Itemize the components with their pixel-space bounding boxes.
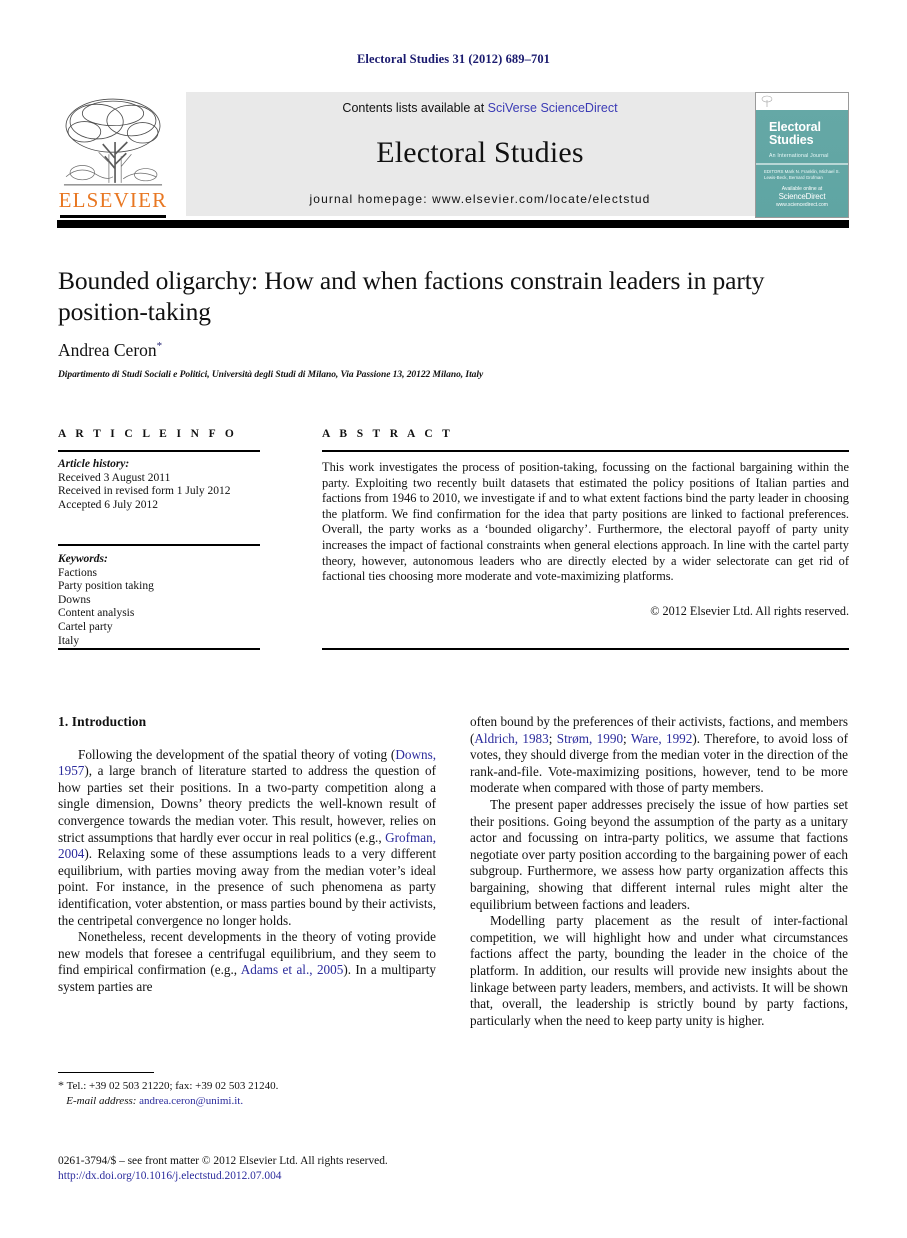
journal-homepage-link[interactable]: journal homepage: www.elsevier.com/locat… — [310, 192, 651, 206]
keyword-item: Cartel party — [58, 620, 113, 633]
body-column-left: 1. Introduction Following the developmen… — [58, 714, 436, 996]
citation-link[interactable]: Downs, 1957 — [58, 747, 436, 779]
page-title: Bounded oligarchy: How and when factions… — [58, 266, 765, 326]
cover-title-line2: Studies — [769, 133, 814, 147]
header-divider — [57, 220, 849, 228]
paragraph: The present paper addresses precisely th… — [470, 796, 848, 912]
footnote-block: * Tel.: +39 02 503 21220; fax: +39 02 50… — [58, 1078, 436, 1108]
abstract-bottom-rule — [322, 648, 849, 650]
article-info-mid-rule — [58, 544, 260, 546]
elsevier-tree-icon — [63, 98, 163, 186]
author-name: Andrea Ceron* — [58, 340, 162, 361]
email-link[interactable]: andrea.ceron@unimi.it. — [139, 1095, 243, 1107]
article-info-heading: A R T I C L E I N F O — [58, 428, 238, 440]
journal-banner: Contents lists available at SciVerse Sci… — [186, 92, 774, 216]
cover-footer-brand: ScienceDirect — [778, 192, 826, 201]
abstract-top-rule — [322, 450, 849, 452]
imprint-line: 0261-3794/$ – see front matter © 2012 El… — [58, 1155, 388, 1167]
journal-cover-thumbnail: Electoral Studies An International Journ… — [755, 92, 849, 218]
paragraph: Following the development of the spatial… — [58, 746, 436, 928]
keyword-item: Downs — [58, 593, 91, 606]
footnote-contact: Tel.: +39 02 503 21220; fax: +39 02 503 … — [66, 1080, 279, 1092]
author-footnote-marker: * — [156, 340, 163, 353]
contents-prefix: Contents lists available at — [342, 101, 488, 115]
keyword-item: Factions — [58, 566, 97, 579]
running-head: Electoral Studies 31 (2012) 689–701 — [356, 52, 551, 66]
paragraph: Nonetheless, recent developments in the … — [58, 929, 437, 994]
keywords-label: Keywords: — [58, 553, 108, 565]
journal-title: Electoral Studies — [376, 135, 584, 169]
elsevier-logo: ELSEVIER — [57, 92, 169, 218]
paragraph: often bound by the preferences of their … — [470, 714, 848, 796]
affiliation: Dipartimento di Studi Sociali e Politici… — [58, 370, 484, 380]
paragraph: Modelling party placement as the result … — [470, 913, 848, 1028]
keyword-item: Party position taking — [58, 580, 154, 593]
history-item: Accepted 6 July 2012 — [58, 498, 158, 511]
abstract-text: This work investigates the process of po… — [322, 460, 849, 584]
paper-page: Electoral Studies 31 (2012) 689–701 ELSE… — [0, 0, 907, 1238]
article-info-bottom-rule — [58, 648, 260, 650]
history-item: Received 3 August 2011 — [58, 471, 171, 484]
email-label: E-mail address: — [66, 1094, 137, 1107]
article-history-block: Article history: Received 3 August 2011 … — [58, 458, 268, 512]
keyword-item: Content analysis — [58, 607, 135, 620]
footnote-marker: * — [58, 1078, 64, 1092]
contents-available-line: Contents lists available at SciVerse Sci… — [342, 101, 617, 115]
doi-link[interactable]: http://dx.doi.org/10.1016/j.electstud.20… — [58, 1169, 558, 1184]
journal-header: ELSEVIER Contents lists available at Sci… — [57, 92, 849, 218]
body-column-right: often bound by the preferences of their … — [470, 714, 848, 1029]
history-item: Received in revised form 1 July 2012 — [58, 485, 231, 498]
keyword-item: Italy — [58, 634, 80, 647]
section-heading-introduction: 1. Introduction — [58, 714, 147, 729]
cover-elsevier-tree-icon — [761, 95, 773, 107]
cover-editors: EDITORS Mark N. Franklin, Michael S. Lew… — [764, 169, 840, 180]
abstract-heading: A B S T R A C T — [322, 428, 454, 440]
citation-link[interactable]: Aldrich, 1983 — [474, 731, 548, 746]
imprint-block: 0261-3794/$ – see front matter © 2012 El… — [58, 1154, 558, 1184]
cover-footer-url: www.sciencedirect.com — [776, 202, 828, 208]
author-label: Andrea Ceron — [58, 340, 157, 360]
citation-link[interactable]: Grofman, 2004 — [58, 830, 436, 862]
abstract-copyright: © 2012 Elsevier Ltd. All rights reserved… — [650, 604, 849, 618]
citation-link[interactable]: Strøm, 1990 — [557, 731, 623, 746]
cover-sciencedirect-badge: Available online at ScienceDirect www.sc… — [756, 186, 848, 209]
keywords-block: Keywords: Factions Party position taking… — [58, 553, 268, 648]
citation-link[interactable]: Ware, 1992 — [631, 731, 693, 746]
article-info-top-rule — [58, 450, 260, 452]
citation-link[interactable]: Adams et al., 2005 — [241, 962, 344, 977]
elsevier-wordmark: ELSEVIER — [58, 188, 168, 212]
footnote-rule — [58, 1072, 154, 1074]
cover-subtitle: An International Journal — [769, 153, 829, 159]
cover-divider — [756, 163, 848, 165]
cover-title: Electoral Studies — [769, 121, 821, 147]
article-history-label: Article history: — [58, 458, 130, 470]
sciencedirect-link[interactable]: SciVerse ScienceDirect — [488, 101, 618, 115]
elsevier-underline — [60, 215, 166, 218]
